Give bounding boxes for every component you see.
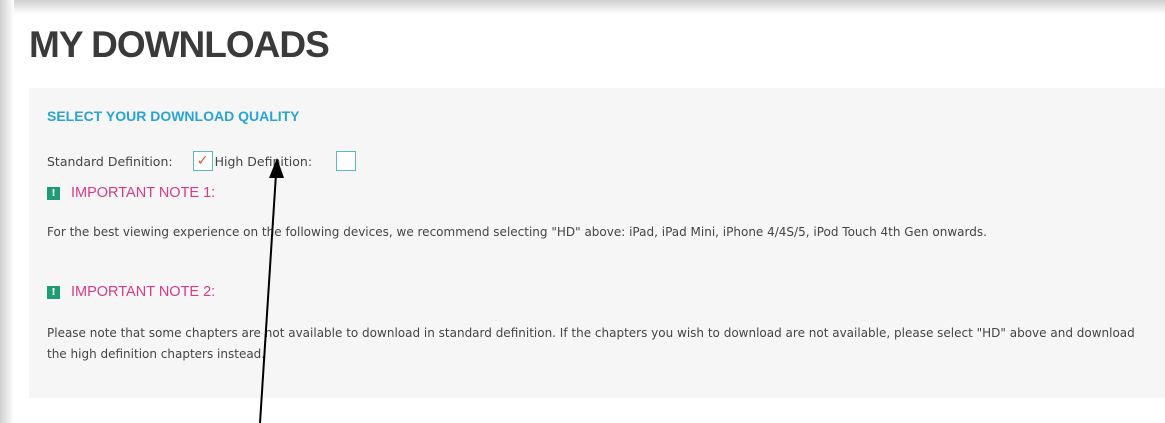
page-title: MY DOWNLOADS [29, 24, 330, 65]
high-definition-label: High Definition: [214, 153, 313, 169]
note-heading-text: IMPORTANT NOTE 1: [71, 185, 216, 201]
important-note-2-heading: ! IMPORTANT NOTE 2: [47, 284, 215, 300]
frame-shadow-top [0, 0, 1165, 14]
download-quality-panel: SELECT YOUR DOWNLOAD QUALITY Standard De… [29, 88, 1165, 398]
section-heading: SELECT YOUR DOWNLOAD QUALITY [47, 108, 300, 124]
high-definition-checkbox[interactable] [336, 151, 357, 171]
check-icon: ✓ [196, 153, 209, 169]
standard-definition-checkbox[interactable]: ✓ [192, 151, 213, 171]
quality-options-row: Standard Definition: ✓ High Definition: [47, 146, 357, 176]
page-frame: MY DOWNLOADS SELECT YOUR DOWNLOAD QUALIT… [0, 0, 1165, 423]
important-note-2-body: Please note that some chapters are not a… [47, 326, 1135, 361]
exclamation-icon: ! [47, 186, 60, 200]
note-heading-text: IMPORTANT NOTE 2: [71, 284, 216, 300]
important-note-1-body: For the best viewing experience on the f… [47, 225, 987, 239]
important-note-1-heading: ! IMPORTANT NOTE 1: [47, 185, 215, 201]
standard-definition-label: Standard Definition: [47, 153, 173, 169]
frame-shadow-left [0, 0, 14, 423]
exclamation-icon: ! [47, 285, 60, 299]
